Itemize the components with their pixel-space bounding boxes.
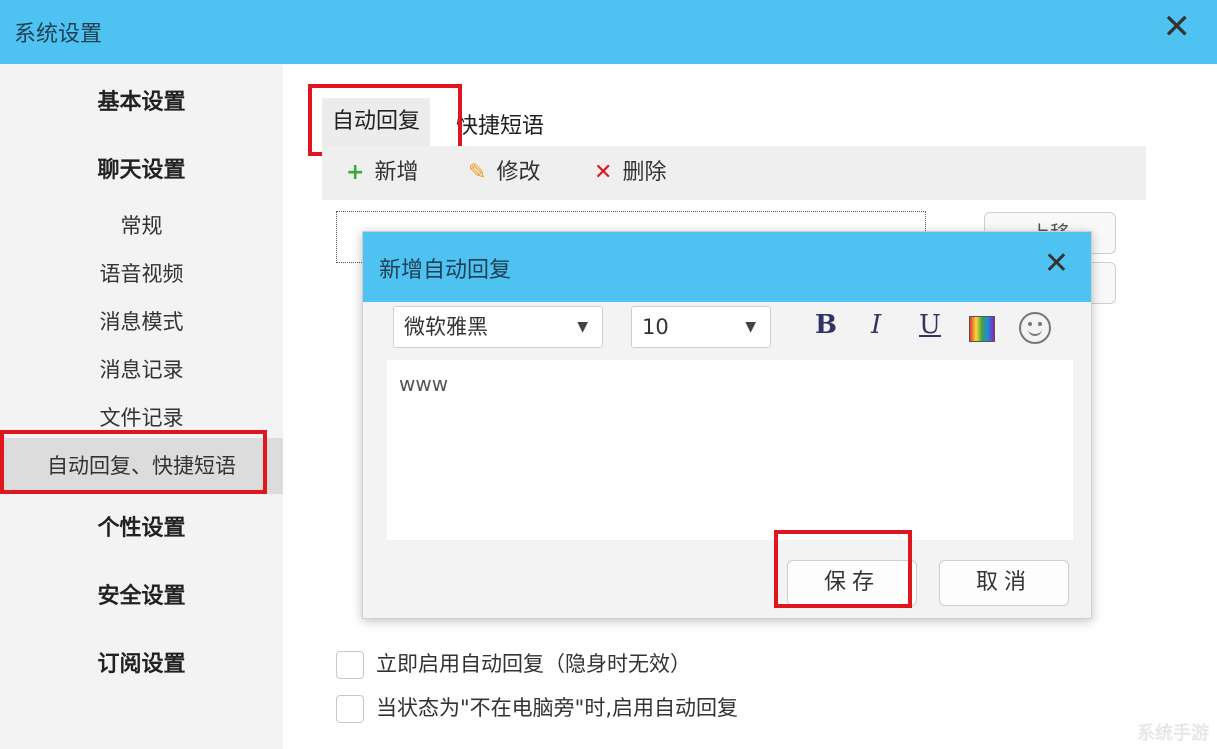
emoji-icon[interactable] <box>1019 312 1051 344</box>
sidebar: 基本设置 聊天设置 常规 语音视频 消息模式 消息记录 文件记录 自动回复、快捷… <box>0 64 283 749</box>
delete-icon: ✕ <box>594 160 613 185</box>
size-select-value: 10 <box>642 315 669 339</box>
pencil-icon: ✎ <box>468 160 487 185</box>
away-auto-reply-label: 当状态为"不在电脑旁"时,启用自动回复 <box>376 696 738 720</box>
reply-editor[interactable]: www <box>387 360 1073 540</box>
sidebar-item-message-mode[interactable]: 消息模式 <box>0 306 283 336</box>
color-icon[interactable] <box>969 316 995 342</box>
dialog-titlebar: 新增自动回复 ✕ <box>363 232 1091 302</box>
edit-button[interactable]: ✎ 修改 <box>468 146 540 200</box>
dialog-title: 新增自动回复 <box>379 258 512 283</box>
italic-icon[interactable]: I <box>871 310 881 340</box>
watermark: 系统手游 <box>1137 723 1209 744</box>
enable-auto-reply-label: 立即启用自动回复（隐身时无效） <box>376 652 691 676</box>
dialog-close-icon[interactable]: ✕ <box>1044 246 1069 281</box>
sidebar-group-basic[interactable]: 基本设置 <box>0 84 283 116</box>
sidebar-item-file-record[interactable]: 文件记录 <box>0 402 283 432</box>
plus-icon: + <box>346 160 365 185</box>
chevron-down-icon: ▼ <box>745 319 756 335</box>
sidebar-item-message-record[interactable]: 消息记录 <box>0 354 283 384</box>
font-select[interactable]: 微软雅黑 ▼ <box>393 306 603 348</box>
sidebar-item-voice-video[interactable]: 语音视频 <box>0 258 283 288</box>
delete-label: 删除 <box>622 160 667 185</box>
font-select-value: 微软雅黑 <box>404 315 488 339</box>
bold-icon[interactable]: B <box>815 310 837 340</box>
cancel-button[interactable]: 取消 <box>939 560 1069 606</box>
sidebar-group-subscribe[interactable]: 订阅设置 <box>0 646 283 678</box>
toolbar: + 新增 ✎ 修改 ✕ 删除 <box>322 146 1146 200</box>
add-label: 新增 <box>374 160 419 185</box>
check-row-enable[interactable]: 立即启用自动回复（隐身时无效） <box>336 648 691 679</box>
enable-auto-reply-checkbox[interactable] <box>336 651 364 679</box>
close-icon[interactable]: ✕ <box>1163 10 1192 44</box>
tab-quick-phrase[interactable]: 快捷短语 <box>456 108 544 140</box>
sidebar-group-personal[interactable]: 个性设置 <box>0 510 283 542</box>
sidebar-group-security[interactable]: 安全设置 <box>0 578 283 610</box>
sidebar-item-auto-reply[interactable]: 自动回复、快捷短语 <box>0 438 283 494</box>
save-button[interactable]: 保存 <box>787 560 917 606</box>
size-select[interactable]: 10 ▼ <box>631 306 771 348</box>
new-auto-reply-dialog: 新增自动回复 ✕ 微软雅黑 ▼ 10 ▼ B I U www 保存 取消 <box>362 231 1092 619</box>
delete-button[interactable]: ✕ 删除 <box>594 146 666 200</box>
titlebar: 系统设置 ✕ <box>0 0 1217 64</box>
chevron-down-icon: ▼ <box>577 319 588 335</box>
sidebar-group-chat[interactable]: 聊天设置 <box>0 152 283 184</box>
tab-auto-reply[interactable]: 自动回复 <box>322 98 431 146</box>
underline-icon[interactable]: U <box>919 310 941 340</box>
sidebar-item-general[interactable]: 常规 <box>0 210 283 240</box>
window-title: 系统设置 <box>14 22 103 47</box>
away-auto-reply-checkbox[interactable] <box>336 695 364 723</box>
check-row-away[interactable]: 当状态为"不在电脑旁"时,启用自动回复 <box>336 692 738 723</box>
add-button[interactable]: + 新增 <box>346 146 418 200</box>
edit-label: 修改 <box>496 160 541 185</box>
